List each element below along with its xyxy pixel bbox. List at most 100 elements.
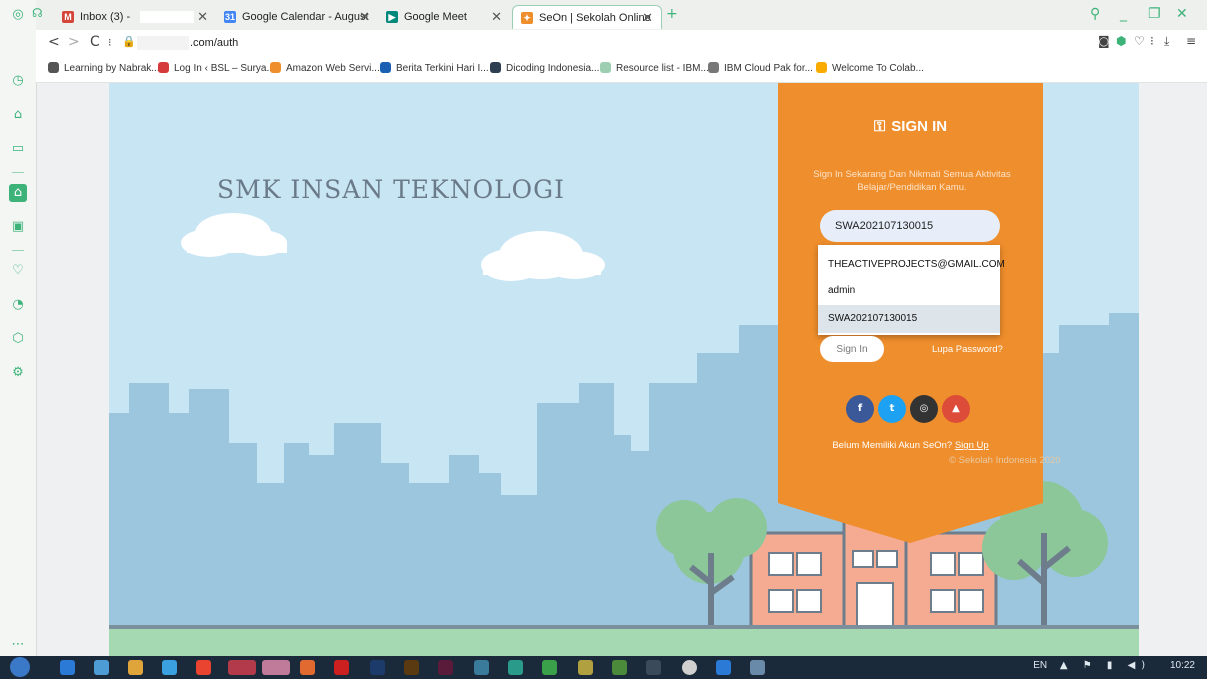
more-icon[interactable]: ⋯	[9, 636, 27, 654]
tray-icons[interactable]: ▲ ⚑ ▮ ◀)	[1060, 660, 1151, 671]
url-text[interactable]: .com/auth	[190, 37, 238, 49]
ie-icon[interactable]	[60, 660, 75, 675]
language-indicator[interactable]: EN	[1033, 660, 1047, 671]
start-icon[interactable]	[10, 657, 30, 677]
bookmark-item[interactable]: IBM Cloud Pak for...	[708, 62, 813, 74]
restore-icon[interactable]: ❐	[1148, 6, 1161, 22]
bookmark-favicon-icon	[816, 62, 827, 73]
redacted-mask	[140, 11, 194, 23]
tab-seon[interactable]: ✦ SeOn | Sekolah Online ✕	[512, 5, 662, 29]
speed-dial-icon[interactable]: ◷	[9, 72, 27, 90]
app-icon[interactable]	[578, 660, 593, 675]
close-icon[interactable]: ✕	[491, 5, 502, 29]
favorites-icon[interactable]: ♡	[9, 262, 27, 280]
app-icon[interactable]	[128, 660, 143, 675]
close-icon[interactable]: ✕	[642, 6, 653, 29]
app-icon[interactable]	[508, 660, 523, 675]
back-icon[interactable]: <	[48, 34, 60, 50]
page-title: SMK INSAN TEKNOLOGI	[217, 175, 566, 204]
app-icon[interactable]	[474, 660, 489, 675]
signin-button[interactable]: Sign In	[820, 336, 884, 362]
home-icon[interactable]: ⌂	[9, 184, 27, 202]
facebook-icon[interactable]: f	[846, 395, 874, 423]
games-icon[interactable]: ▣	[9, 218, 27, 236]
page-viewport: SMK INSAN TEKNOLOGI ⚿ SIGN IN Sign In Sek…	[37, 83, 1207, 656]
signin-description: Sign In Sekarang Dan Nikmati Semua Aktiv…	[813, 169, 1011, 193]
autocomplete-option[interactable]: SWA202107130015	[818, 305, 1000, 333]
box-icon[interactable]: ⬡	[9, 330, 27, 348]
signin-panel-tail	[778, 503, 1043, 543]
forward-icon[interactable]: >	[68, 34, 80, 50]
download-icon[interactable]: ⤓	[1164, 34, 1169, 49]
grass-strip	[109, 629, 1139, 656]
app-icon[interactable]	[682, 660, 697, 675]
bookmark-favicon-icon	[270, 62, 281, 73]
app-icon[interactable]	[162, 660, 177, 675]
instagram-icon[interactable]: ◎	[910, 395, 938, 423]
close-icon[interactable]: ✕	[359, 5, 370, 29]
explorer-icon[interactable]	[94, 660, 109, 675]
username-input[interactable]	[820, 210, 1000, 242]
gmail-icon: M	[62, 11, 74, 23]
chrome-icon[interactable]	[196, 660, 211, 675]
meet-icon: ▶	[386, 11, 398, 23]
illustrator-icon[interactable]	[404, 660, 419, 675]
bookmark-favicon-icon	[380, 62, 391, 73]
bookmark-favicon-icon	[490, 62, 501, 73]
bookmarks-bar: Learning by Nabrak... Log In ‹ BSL – Sur…	[36, 56, 1207, 83]
acrobat-icon[interactable]	[334, 660, 349, 675]
autocomplete-option[interactable]: admin	[818, 277, 1000, 305]
indesign-icon[interactable]	[438, 660, 453, 675]
autocomplete-option[interactable]: THEACTIVEPROJECTS@GMAIL.COM	[818, 251, 1005, 279]
signup-prompt: Belum Memiliki Akun SeOn? Sign Up	[832, 440, 989, 451]
app-icon[interactable]	[750, 660, 765, 675]
bookmark-item[interactable]: Learning by Nabrak...	[48, 62, 160, 74]
tab-meet[interactable]: ▶ Google Meet ✕	[378, 5, 510, 29]
history-icon[interactable]: ◔	[9, 296, 27, 314]
close-icon[interactable]: ✕	[197, 5, 208, 29]
bookmark-item[interactable]: Welcome To Colab...	[816, 62, 924, 74]
new-tab-button[interactable]: +	[666, 6, 678, 22]
bookmark-item[interactable]: Amazon Web Servi...	[270, 62, 380, 74]
photoshop-icon[interactable]	[370, 660, 385, 675]
page-info-icon[interactable]: ⁝	[108, 36, 112, 49]
shield-icon[interactable]: ⬢	[1116, 34, 1126, 48]
bookmark-item[interactable]: Log In ‹ BSL – Surya...	[158, 62, 275, 74]
minimize-icon[interactable]: _	[1120, 6, 1127, 22]
bookmark-item[interactable]: Resource list - IBM...	[600, 62, 709, 74]
opera-icon[interactable]	[228, 660, 256, 675]
signin-heading: ⚿ SIGN IN	[873, 117, 948, 135]
bookmark-item[interactable]: Dicoding Indonesia...	[490, 62, 599, 74]
bookmark-favicon-icon	[600, 62, 611, 73]
pycharm-icon[interactable]	[612, 660, 627, 675]
twitter-icon[interactable]: t	[878, 395, 906, 423]
app-icon[interactable]	[262, 660, 290, 675]
heart-icon[interactable]: ♡	[1134, 34, 1145, 48]
lock-icon: 🔒	[122, 35, 136, 48]
tab-inbox[interactable]: M Inbox (3) - ✕	[54, 5, 216, 29]
vscode-icon[interactable]	[716, 660, 731, 675]
bag-icon[interactable]: ⌂	[9, 106, 27, 124]
settings-icon[interactable]: ⚙	[9, 364, 27, 382]
bookmark-item[interactable]: Berita Terkini Hari I...	[380, 62, 489, 74]
search-icon[interactable]: ⚲	[1090, 6, 1100, 22]
browser-logo-icon[interactable]: ◎	[9, 6, 27, 24]
autocomplete-dropdown: THEACTIVEPROJECTS@GMAIL.COM admin SWA202…	[818, 245, 1005, 335]
forgot-password-link[interactable]: Lupa Password?	[932, 344, 1003, 355]
firefox-icon[interactable]	[300, 660, 315, 675]
menu-dots-icon[interactable]: ⁝	[1150, 34, 1154, 48]
terminal-icon[interactable]	[646, 660, 661, 675]
youtube-icon[interactable]: ▲	[942, 395, 970, 423]
settings-menu-icon[interactable]: ≡	[1186, 34, 1196, 48]
calendar-icon: 31	[224, 11, 236, 23]
close-window-icon[interactable]: ✕	[1176, 6, 1188, 22]
camera-icon[interactable]: ◙	[1098, 34, 1110, 48]
tab-calendar[interactable]: 31 Google Calendar - August ✕	[216, 5, 378, 29]
app-icon[interactable]	[542, 660, 557, 675]
twitch-icon[interactable]: ▭	[9, 140, 27, 158]
signup-link[interactable]: Sign Up	[955, 440, 989, 451]
reload-icon[interactable]: C	[90, 34, 100, 50]
tab-list-icon[interactable]: ☊	[32, 6, 43, 20]
key-icon: ⚿	[873, 117, 886, 135]
clock[interactable]: 10:22	[1170, 660, 1195, 671]
